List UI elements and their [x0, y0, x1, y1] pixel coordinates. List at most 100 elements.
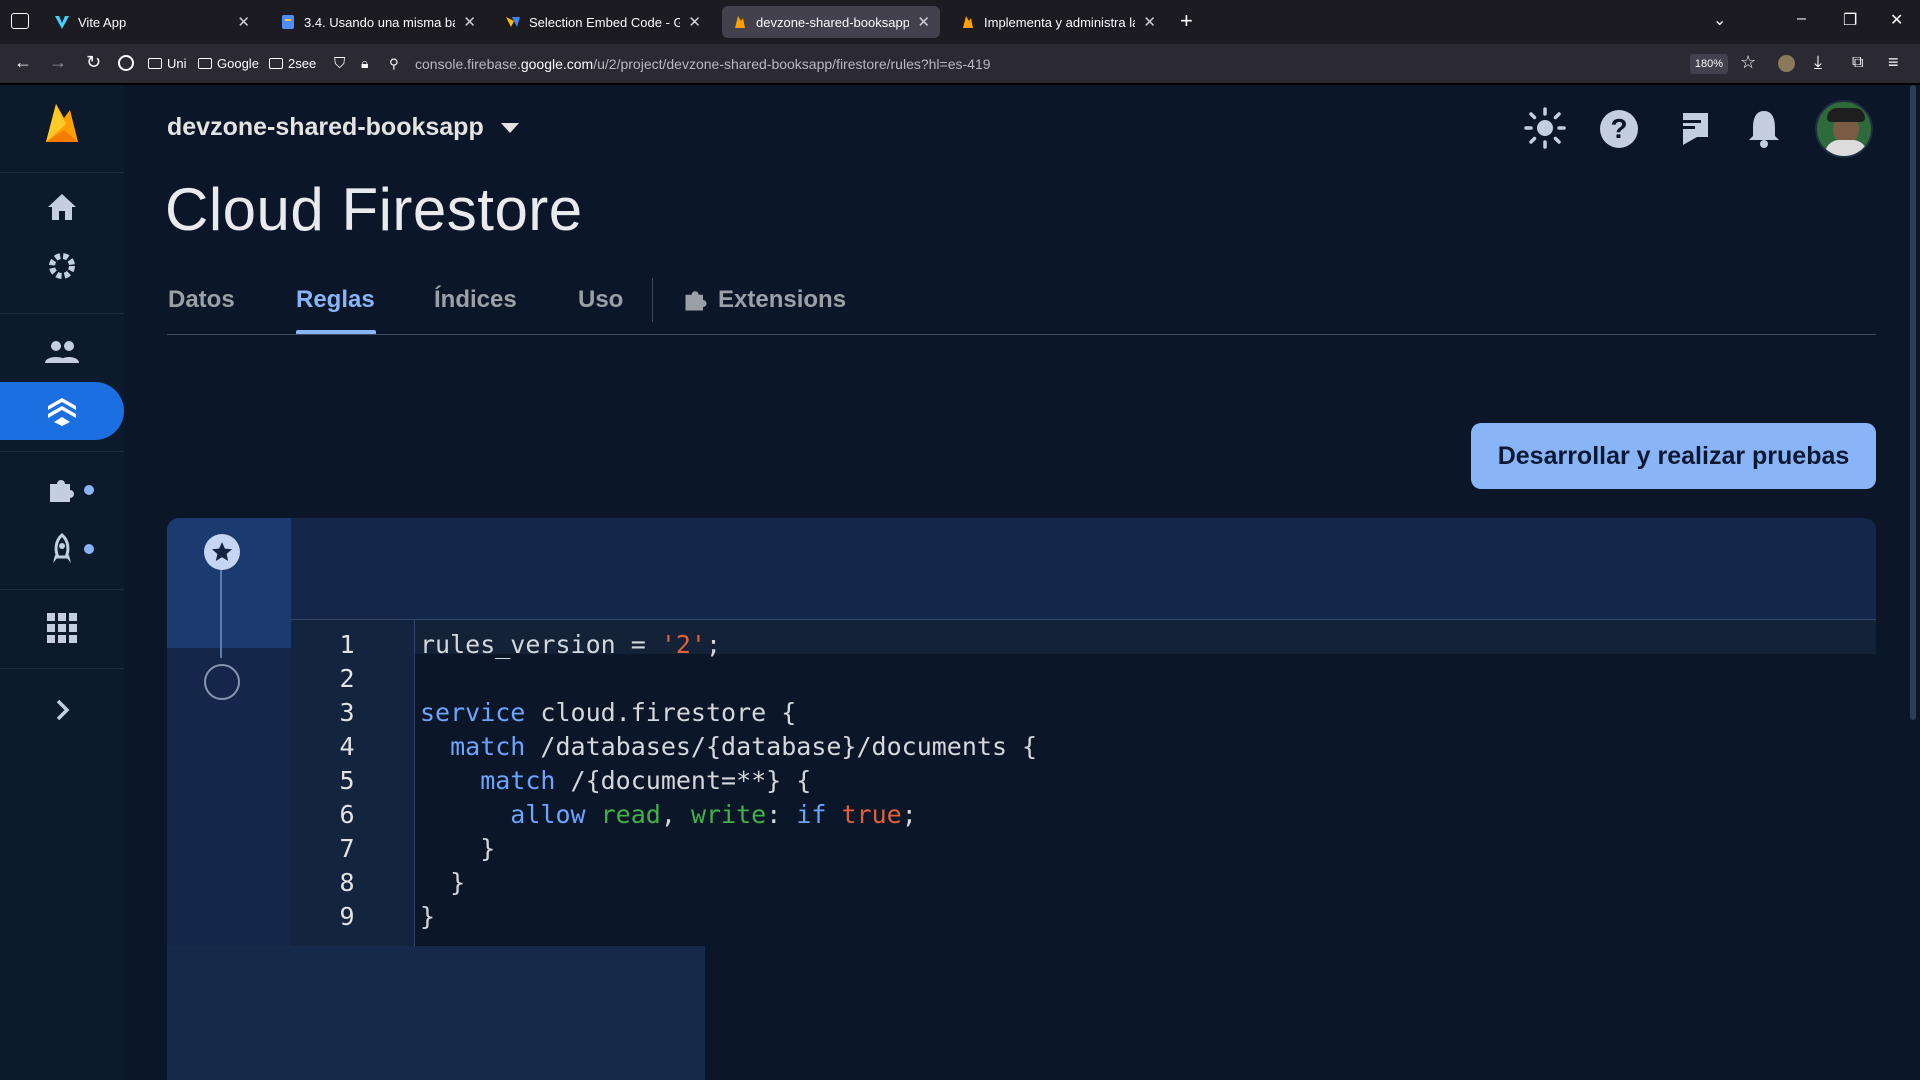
code-token-keyword: if [796, 800, 827, 829]
code-line: rules_version = '2'; [420, 630, 721, 659]
page-scrollbar[interactable] [1910, 85, 1916, 720]
tab-datos[interactable]: Datos [168, 286, 235, 314]
code-token: rules_version = [420, 630, 661, 659]
close-icon[interactable]: ✕ [237, 13, 250, 31]
folder-icon [269, 58, 283, 69]
dropdown-arrow-icon [500, 122, 519, 133]
url-prefix: console.firebase. [415, 56, 521, 72]
firebase-icon [963, 16, 973, 28]
code-token-keyword: allow [420, 800, 586, 829]
browser-tab-selection-embed[interactable]: Selection Embed Code - Google ✕ [495, 6, 711, 38]
code-token-ident: read [585, 800, 661, 829]
tab-reglas[interactable]: Reglas [296, 286, 375, 314]
tab-uso[interactable]: Uso [578, 286, 623, 314]
line-number: 4 [339, 732, 355, 761]
url-bar[interactable]: console.firebase.google.com/u/2/project/… [415, 56, 991, 72]
code-token-literal: true [826, 800, 902, 829]
help-icon[interactable]: ? [1600, 110, 1638, 148]
bookmark-uni[interactable]: Uni [148, 56, 187, 71]
zoom-level-badge[interactable]: 180% [1690, 54, 1728, 74]
restore-icon[interactable]: ❐ [1843, 10, 1857, 30]
code-line: match /databases/{database}/documents { [420, 732, 1037, 761]
browser-tab-vite[interactable]: Vite App ✕ [44, 6, 260, 38]
home-icon[interactable] [40, 185, 84, 229]
notifications-bell-icon[interactable] [1747, 108, 1781, 153]
feedback-icon[interactable] [1673, 110, 1711, 153]
firebase-icon [735, 16, 745, 28]
code-token: , [660, 800, 691, 829]
line-number: 2 [339, 664, 355, 693]
folder-icon [198, 58, 212, 69]
theme-toggle-icon[interactable] [1524, 107, 1566, 154]
bookmark-google[interactable]: Google [198, 56, 259, 71]
tab-list-icon[interactable] [11, 13, 29, 29]
browser-tab-implementa[interactable]: Implementa y administra las re ✕ [950, 6, 1166, 38]
download-icon[interactable]: ⤓ [1814, 52, 1822, 73]
forward-icon[interactable]: → [49, 52, 67, 73]
history-version-node[interactable] [204, 664, 240, 700]
star-icon[interactable] [204, 534, 240, 570]
line-number: 6 [339, 800, 355, 829]
develop-and-test-button[interactable]: Desarrollar y realizar pruebas [1471, 423, 1876, 489]
notification-dot [84, 485, 94, 495]
rocket-icon[interactable] [40, 527, 84, 571]
gear-icon[interactable] [40, 244, 84, 288]
bookmark-2see[interactable]: 2see [269, 56, 316, 71]
github-icon[interactable] [118, 55, 134, 71]
bookmark-star-icon[interactable]: ☆ [1740, 52, 1756, 73]
lock-icon[interactable]: 🔒︎ [361, 55, 368, 72]
tab-divider [652, 278, 653, 322]
project-selector[interactable]: devzone-shared-booksapp [167, 113, 522, 142]
code-token: : [766, 800, 797, 829]
code-token-keyword: service [420, 698, 526, 727]
line-number: 5 [339, 766, 355, 795]
close-icon[interactable]: ✕ [463, 13, 476, 31]
bookmark-label: Uni [167, 56, 187, 71]
tab-title: devzone-shared-booksapp - Cl [756, 14, 910, 30]
chevron-down-icon[interactable]: ⌄ [1713, 10, 1726, 30]
back-icon[interactable]: ← [14, 52, 32, 73]
avatar[interactable] [1815, 100, 1873, 158]
menu-icon[interactable]: ≡ [1888, 52, 1899, 73]
firebase-logo-icon[interactable] [40, 102, 84, 146]
reload-icon[interactable]: ↻ [86, 52, 101, 73]
doc-icon [282, 15, 294, 29]
rules-editor: 1 2 3 4 5 6 7 8 9 rules_version = '2'; s… [167, 518, 1876, 1080]
project-name: devzone-shared-booksapp [167, 113, 484, 141]
tab-extensions[interactable]: Extensions [682, 286, 846, 314]
browser-tab-bar: Vite App ✕ 3.4. Usando una misma base de… [0, 0, 1920, 44]
url-path: /u/2/project/devzone-shared-booksapp/fir… [593, 56, 991, 72]
close-icon[interactable]: ✕ [917, 13, 930, 31]
tab-title: Implementa y administra las re [984, 14, 1135, 30]
minimize-icon[interactable]: – [1797, 10, 1806, 28]
extensions-icon[interactable]: ⧉ [1852, 54, 1863, 72]
new-tab-button[interactable]: + [1180, 8, 1193, 34]
close-icon[interactable]: ✕ [688, 13, 701, 31]
code-line: } [420, 902, 436, 931]
active-tab-indicator [296, 330, 376, 334]
shield-icon[interactable]: ⛉ [334, 55, 345, 72]
page-title: Cloud Firestore [165, 176, 583, 243]
extension-avatar-icon[interactable] [1778, 55, 1795, 72]
code-token: /{document=**} { [555, 766, 812, 795]
window-close-icon[interactable]: ✕ [1890, 10, 1903, 30]
google-sheets-icon [506, 17, 520, 27]
extensions-puzzle-icon[interactable] [40, 468, 84, 512]
code-token-ident: write [690, 800, 767, 829]
close-icon[interactable]: ✕ [1143, 13, 1156, 31]
url-domain: google.com [520, 56, 594, 72]
browser-tab-firebase[interactable]: devzone-shared-booksapp - Cl ✕ [722, 6, 940, 38]
users-icon[interactable] [40, 330, 84, 374]
code-line: match /{document=**} { [420, 766, 811, 795]
expand-rail-chevron-icon[interactable] [40, 688, 84, 732]
firestore-icon[interactable] [40, 389, 84, 433]
browser-tab-usando[interactable]: 3.4. Usando una misma base de ✕ [270, 6, 486, 38]
tab-title: 3.4. Usando una misma base de [304, 14, 455, 30]
bookmark-label: Google [217, 56, 259, 71]
line-number: 7 [339, 834, 355, 863]
apps-grid-icon[interactable] [40, 606, 84, 650]
permissions-icon[interactable]: ⚲ [389, 56, 399, 72]
tab-indices[interactable]: Índices [434, 286, 517, 314]
code-token: /databases/{database}/documents { [525, 732, 1038, 761]
code-line: } [420, 868, 466, 897]
